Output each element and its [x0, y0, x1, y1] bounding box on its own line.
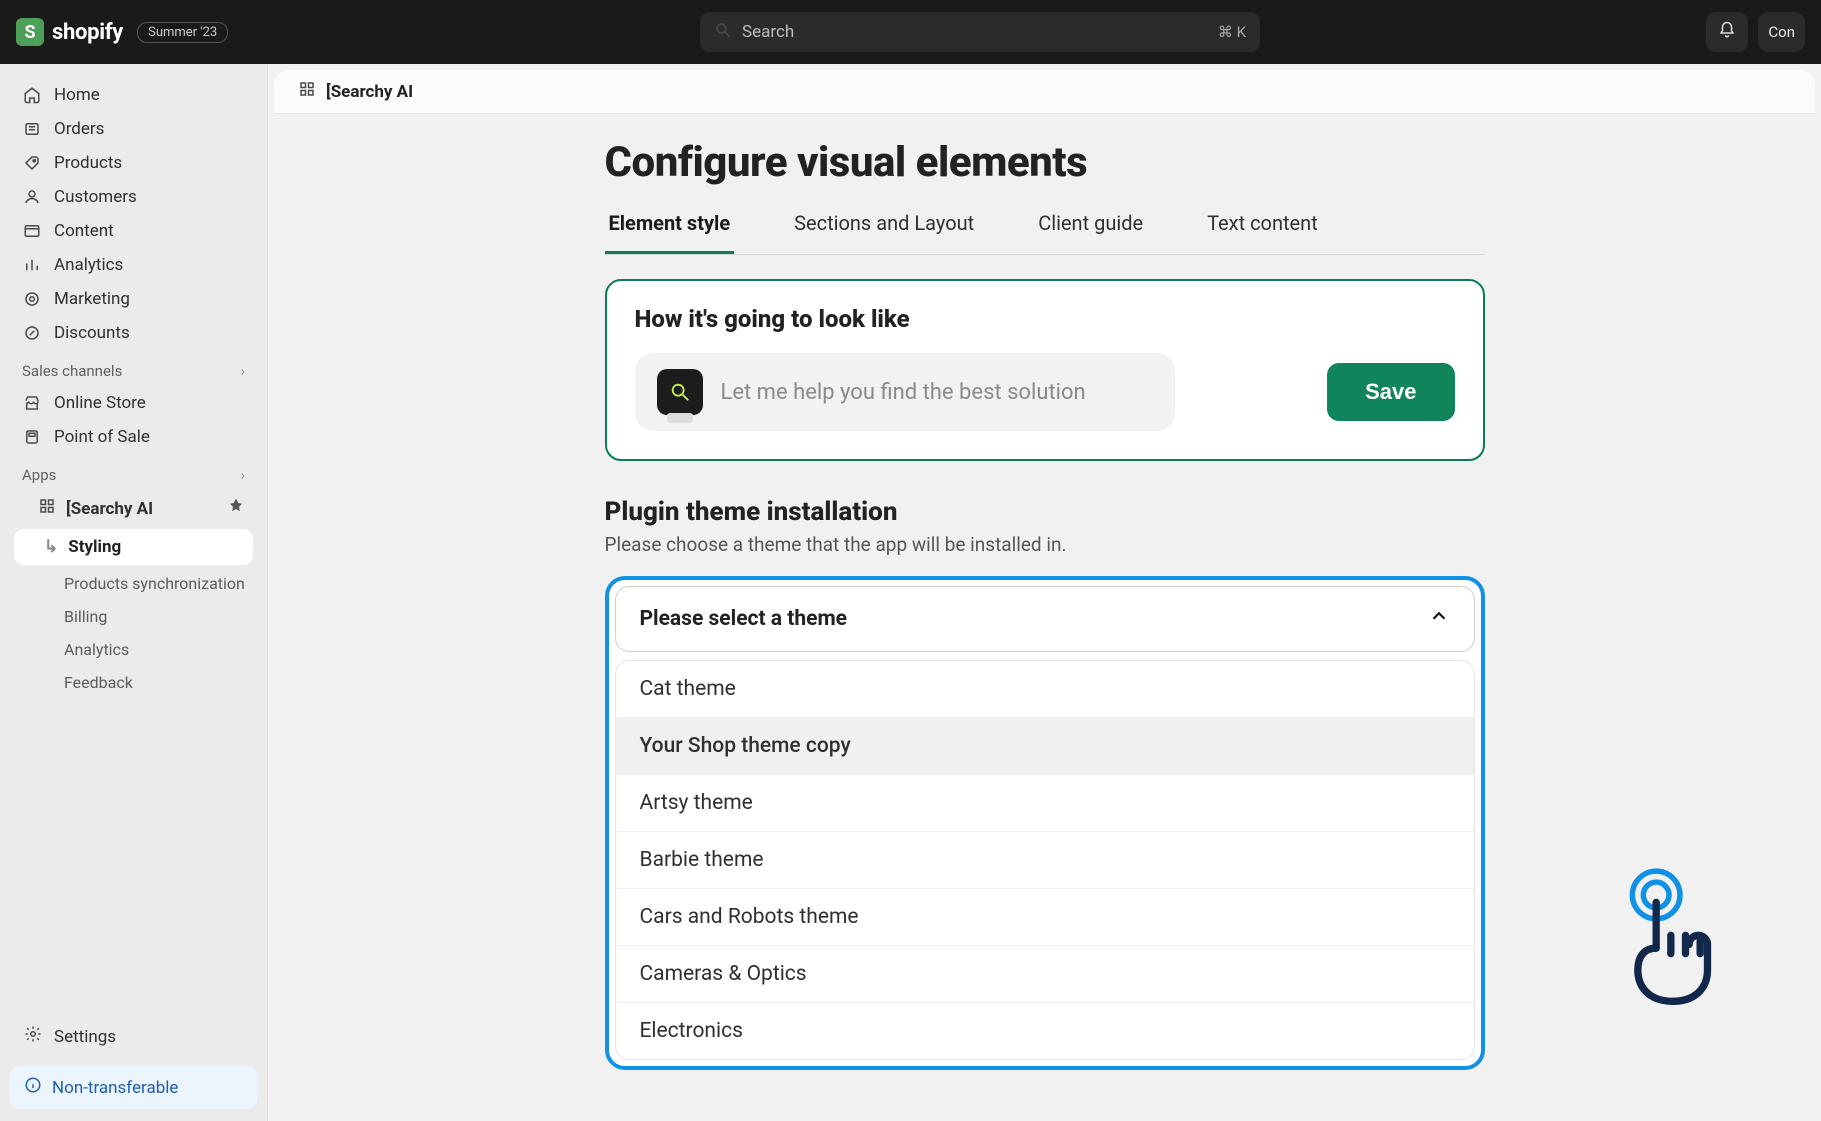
channel-label: Point of Sale: [54, 427, 150, 447]
gear-icon: [24, 1025, 42, 1048]
app-icon: [38, 497, 56, 520]
config-tabs: Element style Sections and Layout Client…: [605, 211, 1485, 255]
theme-option[interactable]: Artsy theme: [616, 775, 1474, 832]
nav-label: Analytics: [54, 255, 123, 275]
preview-placeholder: Let me help you find the best solution: [721, 380, 1086, 405]
app-label: [Searchy AI: [66, 499, 153, 519]
section-label: Sales channels: [22, 362, 122, 380]
preview-search-input[interactable]: Let me help you find the best solution: [635, 353, 1175, 431]
breadcrumb-app-name[interactable]: [Searchy AI: [326, 82, 413, 102]
tab-sections-layout[interactable]: Sections and Layout: [790, 211, 978, 254]
customers-icon: [22, 187, 42, 207]
nav-label: Home: [54, 85, 100, 105]
chevron-right-icon: ›: [240, 362, 245, 380]
nav-marketing[interactable]: Marketing: [10, 282, 257, 316]
nav-products[interactable]: Products: [10, 146, 257, 180]
nav-orders[interactable]: Orders: [10, 112, 257, 146]
tab-text-content[interactable]: Text content: [1203, 211, 1322, 254]
app-subnav-analytics[interactable]: Analytics: [10, 633, 257, 666]
chevron-right-icon: ›: [240, 466, 245, 484]
non-transferable-chip[interactable]: Non-transferable: [10, 1066, 257, 1109]
apps-grid-icon: [298, 80, 316, 103]
app-searchy-ai[interactable]: [Searchy AI: [10, 490, 257, 527]
analytics-icon: [22, 255, 42, 275]
channel-pos[interactable]: Point of Sale: [10, 420, 257, 454]
bell-icon: [1718, 21, 1736, 43]
topbar-right: Con: [1706, 12, 1805, 52]
nav-analytics[interactable]: Analytics: [10, 248, 257, 282]
search-placeholder: Search: [742, 22, 794, 42]
pos-icon: [22, 427, 42, 447]
tree-branch-icon: ↳: [44, 537, 58, 557]
theme-option[interactable]: Cat theme: [616, 661, 1474, 718]
nav-customers[interactable]: Customers: [10, 180, 257, 214]
nav-label: Orders: [54, 119, 104, 139]
sidebar: Home Orders Products Customers Content A…: [0, 64, 268, 1121]
chevron-up-icon: [1428, 605, 1450, 633]
theme-select[interactable]: Please select a theme Cat theme Your Sho…: [605, 576, 1485, 1070]
edition-badge: Summer '23: [137, 22, 228, 43]
products-icon: [22, 153, 42, 173]
theme-option[interactable]: Cars and Robots theme: [616, 889, 1474, 946]
tab-element-style[interactable]: Element style: [605, 211, 735, 254]
topbar: S shopify Summer '23 Search ⌘ K Con: [0, 0, 1821, 64]
main-panel: [Searchy AI Configure visual elements El…: [268, 64, 1821, 1121]
orders-icon: [22, 119, 42, 139]
app-subnav-billing[interactable]: Billing: [10, 600, 257, 633]
info-icon: [24, 1076, 42, 1099]
section-label: Apps: [22, 466, 56, 484]
shopify-logo-icon: S: [16, 18, 44, 46]
theme-select-header[interactable]: Please select a theme: [615, 586, 1475, 652]
theme-option[interactable]: Cameras & Optics: [616, 946, 1474, 1003]
pin-icon[interactable]: [227, 497, 245, 520]
app-subnav-styling[interactable]: ↳ Styling: [14, 529, 253, 565]
app-subnav-feedback[interactable]: Feedback: [10, 666, 257, 699]
notifications-button[interactable]: [1706, 12, 1748, 52]
nav-label: Products: [54, 153, 122, 173]
nav-settings[interactable]: Settings: [10, 1015, 257, 1058]
subnav-label: Styling: [68, 537, 121, 557]
search-shortcut: ⌘ K: [1218, 23, 1246, 41]
sales-channels-header[interactable]: Sales channels ›: [10, 350, 257, 386]
nav-label: Marketing: [54, 289, 130, 309]
apps-header[interactable]: Apps ›: [10, 454, 257, 490]
assistant-avatar-icon: [657, 369, 703, 415]
marketing-icon: [22, 289, 42, 309]
theme-option[interactable]: Barbie theme: [616, 832, 1474, 889]
app-subnav-products-sync[interactable]: Products synchronization: [10, 567, 257, 600]
theme-select-placeholder: Please select a theme: [640, 607, 848, 631]
nav-label: Discounts: [54, 323, 130, 343]
theme-options-list: Cat theme Your Shop theme copy Artsy the…: [615, 660, 1475, 1060]
theme-section-desc: Please choose a theme that the app will …: [605, 533, 1485, 556]
nav-content[interactable]: Content: [10, 214, 257, 248]
settings-label: Settings: [54, 1027, 116, 1047]
content-icon: [22, 221, 42, 241]
user-menu[interactable]: Con: [1758, 12, 1805, 52]
global-search[interactable]: Search ⌘ K: [700, 12, 1260, 52]
breadcrumb: [Searchy AI: [274, 70, 1815, 114]
nav-discounts[interactable]: Discounts: [10, 316, 257, 350]
home-icon: [22, 85, 42, 105]
brand-name: shopify: [52, 20, 123, 45]
theme-section-title: Plugin theme installation: [605, 497, 1485, 527]
preview-heading: How it's going to look like: [635, 305, 1455, 333]
chip-label: Non-transferable: [52, 1078, 178, 1098]
page-title: Configure visual elements: [605, 138, 1485, 187]
brand: S shopify Summer '23: [16, 18, 228, 46]
preview-card: How it's going to look like Let me help …: [605, 279, 1485, 461]
nav-label: Customers: [54, 187, 137, 207]
theme-option[interactable]: Electronics: [616, 1003, 1474, 1059]
nav-home[interactable]: Home: [10, 78, 257, 112]
channel-label: Online Store: [54, 393, 146, 413]
save-button[interactable]: Save: [1327, 363, 1454, 421]
search-icon: [714, 21, 732, 44]
nav-label: Content: [54, 221, 114, 241]
tab-client-guide[interactable]: Client guide: [1034, 211, 1147, 254]
store-icon: [22, 393, 42, 413]
channel-online-store[interactable]: Online Store: [10, 386, 257, 420]
theme-option[interactable]: Your Shop theme copy: [616, 718, 1474, 775]
discounts-icon: [22, 323, 42, 343]
